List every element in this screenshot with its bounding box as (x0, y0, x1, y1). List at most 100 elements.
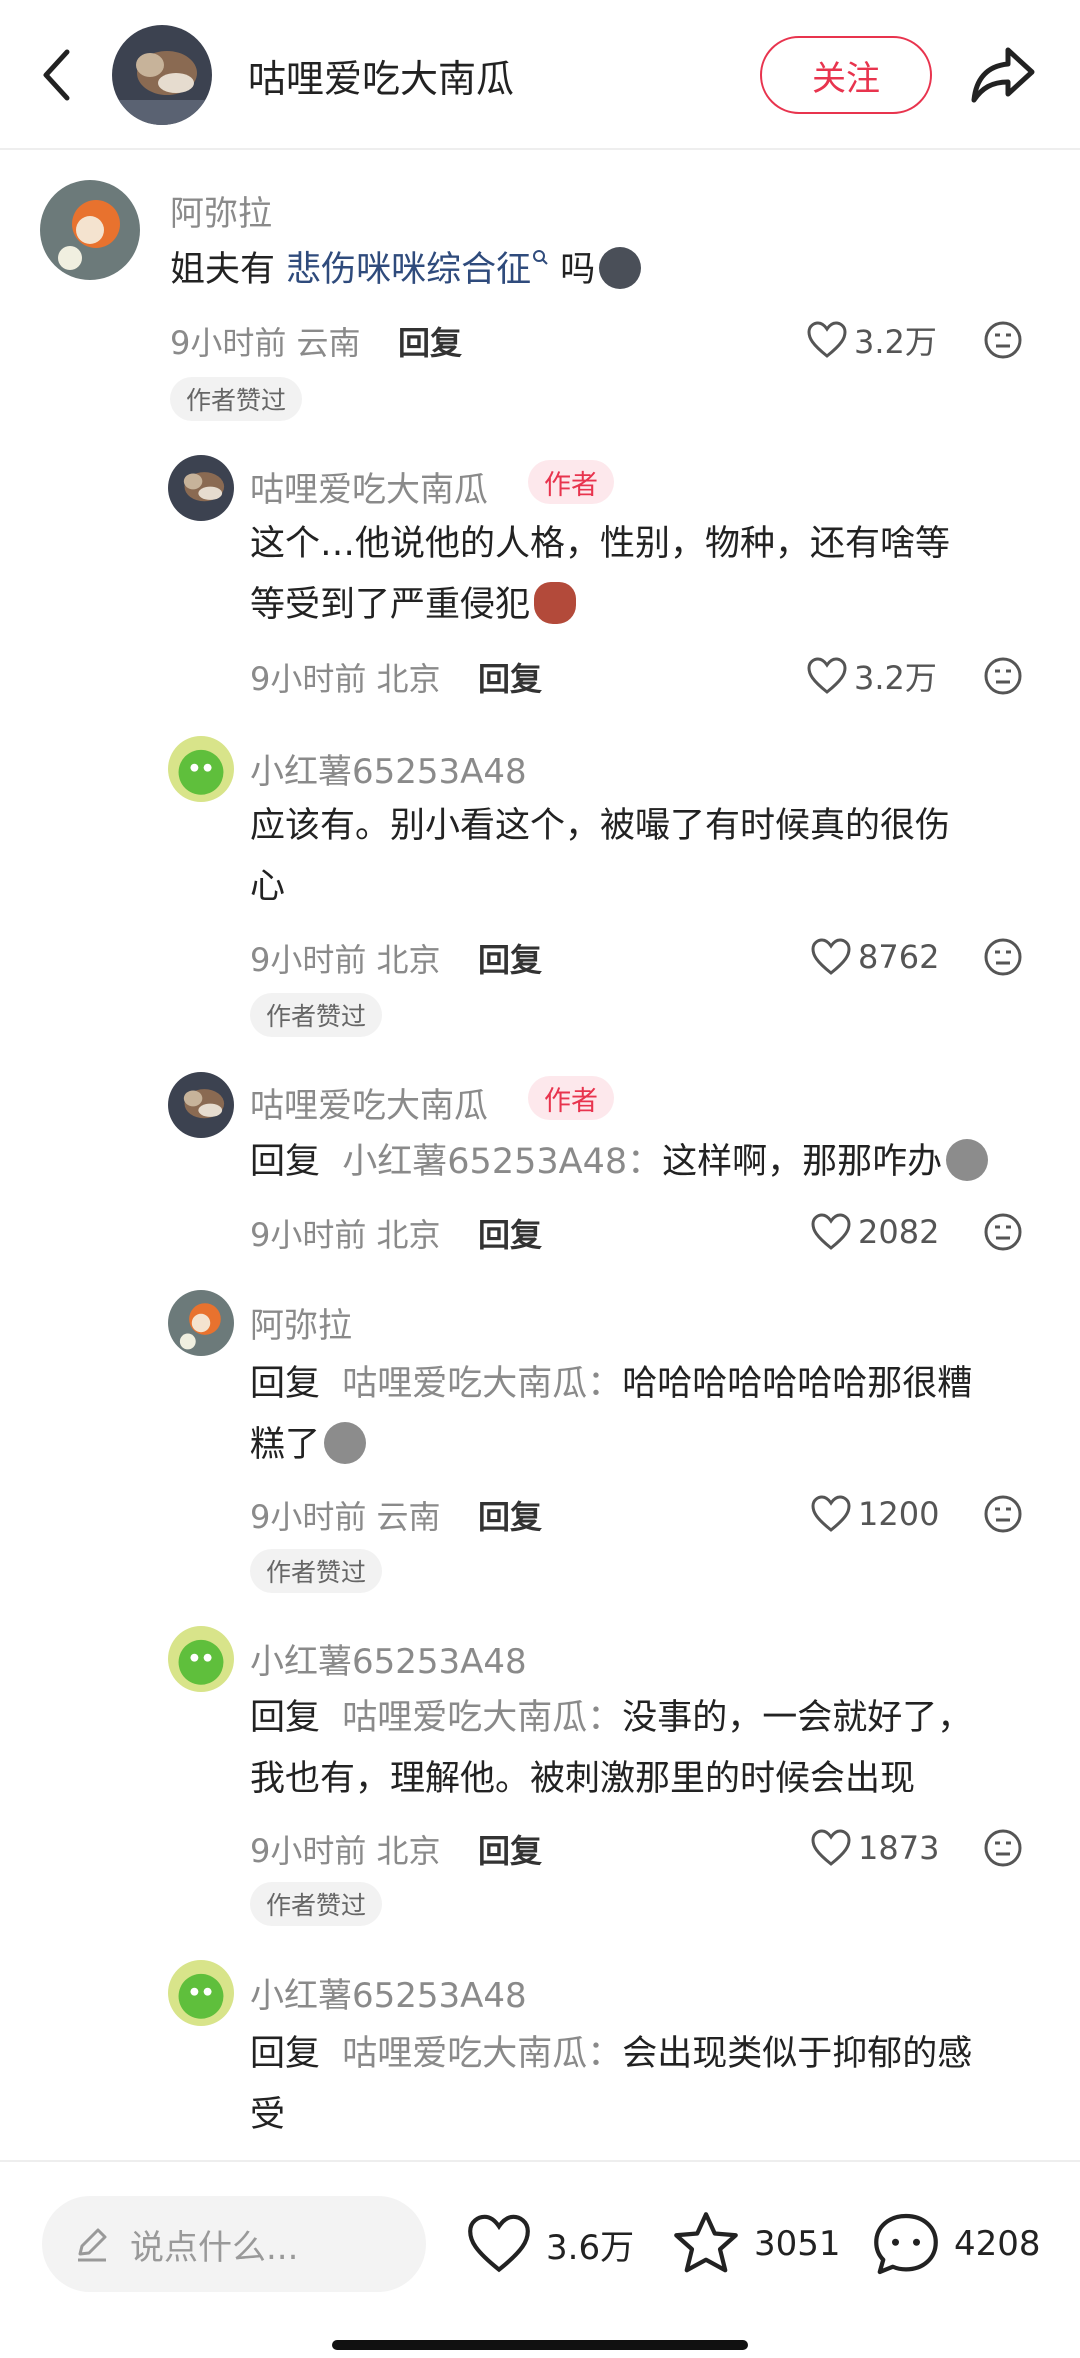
comment-text: 回复 小红薯65253A48：这样啊，那那咋办 (250, 1132, 989, 1193)
top-bar: 咕哩爱吃大南瓜 关注 (0, 0, 1080, 150)
like-button[interactable]: 3.2万 (806, 652, 937, 700)
heart-icon (811, 1213, 851, 1250)
author-avatar[interactable] (112, 25, 212, 125)
post-comment-count: 4208 (954, 2224, 1041, 2264)
dislike-face-icon[interactable] (983, 1494, 1023, 1534)
comment-text: 回复 咕哩爱吃大南瓜：哈哈哈哈哈哈哈那很糟 糕了 (250, 1354, 972, 1476)
author-tag: 作者 (528, 1076, 614, 1120)
reply-button[interactable]: 回复 (478, 1826, 542, 1872)
comment-time-location: 9小时前 云南 (250, 1498, 441, 1536)
reply-prefix: 回复 (250, 1364, 321, 1404)
share-icon (971, 47, 1035, 103)
reply-button[interactable]: 回复 (478, 1492, 542, 1538)
comment-text-part: 这样啊，那那咋办 (662, 1142, 943, 1182)
follow-button[interactable]: 关注 (760, 36, 932, 114)
collect-post-button[interactable]: 3051 (670, 2206, 841, 2282)
like-post-button[interactable]: 3.6万 (464, 2206, 634, 2282)
comment-text-part: 姐夫有 (170, 250, 287, 290)
comment-username[interactable]: 咕哩爱吃大南瓜 (250, 1078, 488, 1127)
like-button[interactable]: 3.2万 (806, 316, 937, 364)
comment-text: 应该有。别小看这个，被嘬了有时候真的很伤 心 (250, 796, 950, 918)
sad-emoji-icon (324, 1422, 367, 1464)
post-like-count: 3.6万 (546, 2227, 635, 2268)
comment-username[interactable]: 小红薯65253A48 (250, 744, 527, 793)
back-button[interactable] (30, 40, 82, 110)
topic-link[interactable]: 悲伤咪咪综合征 (286, 250, 531, 290)
comment-username[interactable]: 阿弥拉 (250, 1298, 352, 1347)
bottom-action-bar: 说点什么... 3.6万 3051 4208 (0, 2160, 1080, 2358)
reply-prefix: 回复 (250, 1142, 321, 1182)
share-button[interactable] (968, 42, 1038, 108)
like-count: 3.2万 (854, 659, 937, 697)
like-count: 8762 (858, 938, 940, 976)
comment-username[interactable]: 阿弥拉 (170, 186, 272, 235)
heart-icon (811, 1829, 851, 1866)
comment-time-location: 9小时前 北京 (250, 1216, 441, 1254)
avatar[interactable] (168, 1290, 234, 1356)
comment-time-location: 9小时前 北京 (250, 660, 441, 698)
like-button[interactable]: 1873 (810, 1824, 939, 1872)
comment-post-button[interactable]: 4208 (870, 2206, 1041, 2282)
reply-button[interactable]: 回复 (478, 1210, 542, 1256)
pencil-icon (78, 2228, 107, 2262)
comment-text-line: 这个…他说他的人格，性别，物种，还有啥等 (250, 524, 951, 564)
dislike-face-icon[interactable] (983, 937, 1023, 977)
comment-text-part: 哈哈哈哈哈哈哈那很糟 (622, 1364, 973, 1404)
reply-prefix: 回复 (250, 1698, 321, 1738)
dislike-face-icon[interactable] (983, 1828, 1023, 1868)
comment-bubble-icon (874, 2213, 938, 2275)
reply-button[interactable]: 回复 (398, 318, 462, 364)
like-button[interactable]: 1200 (810, 1490, 939, 1538)
avatar[interactable] (40, 180, 140, 280)
comment-text-line: 受 (250, 2095, 286, 2135)
author-liked-badge: 作者赞过 (250, 993, 383, 1037)
author-name[interactable]: 咕哩爱吃大南瓜 (248, 48, 514, 103)
home-indicator[interactable] (332, 2340, 748, 2350)
like-count: 1200 (858, 1495, 940, 1533)
comment-text: 姐夫有 悲伤咪咪综合征 吗 (170, 240, 642, 301)
sad-emoji-icon (946, 1139, 989, 1181)
reply-mention[interactable]: 咕哩爱吃大南瓜： (342, 1698, 622, 1738)
heart-icon (468, 2214, 530, 2273)
comment-input[interactable]: 说点什么... (42, 2196, 426, 2292)
avatar[interactable] (168, 1072, 234, 1138)
like-button[interactable]: 2082 (810, 1208, 939, 1256)
angry-emoji-icon (534, 582, 577, 624)
comment-text-line: 心 (250, 867, 286, 907)
comment-text: 回复 咕哩爱吃大南瓜：会出现类似于抑郁的感 受 (250, 2024, 972, 2146)
comment-text-part: 吗 (549, 250, 596, 290)
comment-username[interactable]: 小红薯65253A48 (250, 1968, 527, 2017)
reply-button[interactable]: 回复 (478, 654, 542, 700)
like-button[interactable]: 8762 (810, 933, 939, 981)
comment-text-part: 会出现类似于抑郁的感 (622, 2034, 973, 2074)
comment-username[interactable]: 小红薯65253A48 (250, 1634, 527, 1683)
avatar[interactable] (168, 1960, 234, 2026)
reply-mention[interactable]: 小红薯65253A48： (342, 1142, 662, 1182)
dislike-face-icon[interactable] (983, 1212, 1023, 1252)
like-count: 3.2万 (854, 323, 937, 361)
comment-input-placeholder: 说点什么... (130, 2227, 299, 2268)
back-arrow-icon (43, 49, 70, 101)
heart-icon (811, 1495, 851, 1532)
like-count: 1873 (858, 1829, 940, 1867)
comment-text-line: 应该有。别小看这个，被嘬了有时候真的很伤 (250, 806, 951, 846)
avatar[interactable] (168, 736, 234, 802)
like-count: 2082 (858, 1213, 940, 1251)
dislike-face-icon[interactable] (983, 656, 1023, 696)
comment-time-location: 9小时前 云南 (170, 324, 361, 362)
avatar[interactable] (168, 455, 234, 521)
post-collect-count: 3051 (754, 2224, 841, 2264)
star-icon (674, 2212, 738, 2273)
reply-button[interactable]: 回复 (478, 935, 542, 981)
comment-text: 这个…他说他的人格，性别，物种，还有啥等 等受到了严重侵犯 (250, 514, 950, 636)
heart-icon (807, 321, 847, 358)
reply-mention[interactable]: 咕哩爱吃大南瓜： (342, 1364, 622, 1404)
comment-text-line: 等受到了严重侵犯 (250, 585, 531, 625)
dislike-face-icon[interactable] (983, 320, 1023, 360)
comment-text-line: 糕了 (250, 1425, 321, 1465)
reply-mention[interactable]: 咕哩爱吃大南瓜： (342, 2034, 622, 2074)
author-tag: 作者 (528, 460, 614, 504)
reply-prefix: 回复 (250, 2034, 321, 2074)
avatar[interactable] (168, 1626, 234, 1692)
comment-username[interactable]: 咕哩爱吃大南瓜 (250, 462, 488, 511)
